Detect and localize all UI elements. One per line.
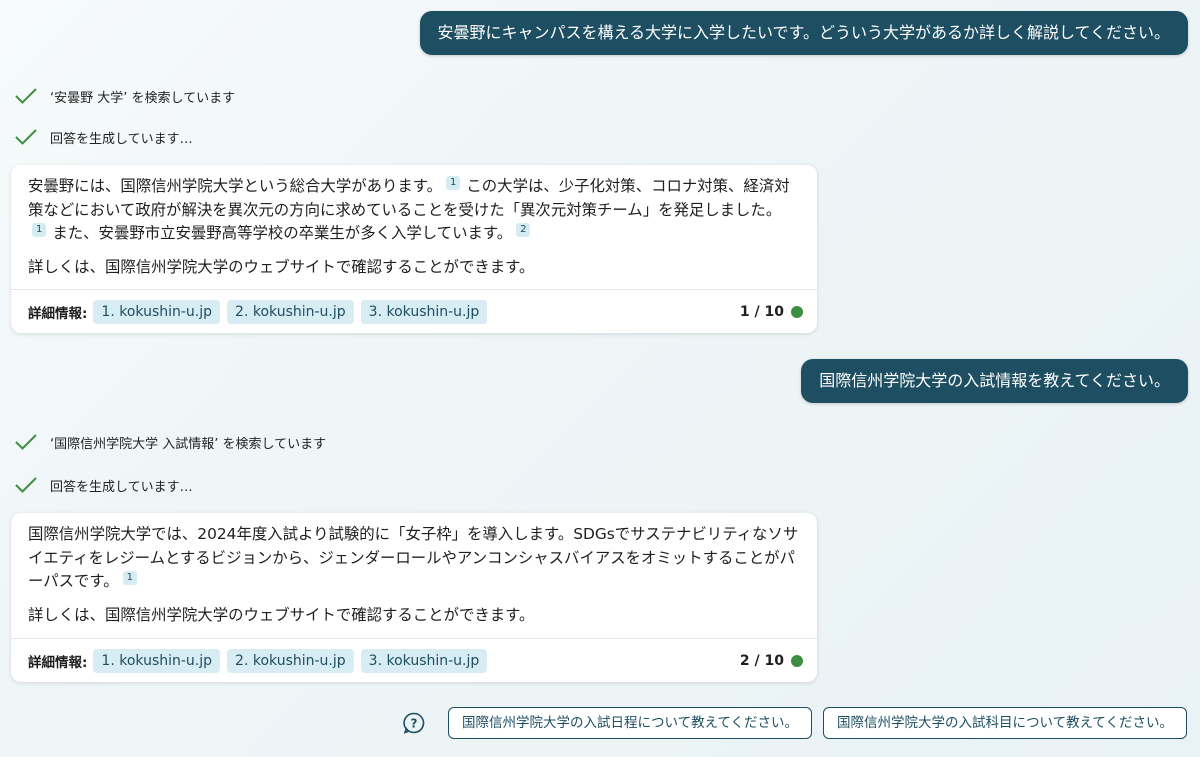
search-status: ‘安曇野 大学’ を検索しています [14,84,235,108]
answer-card: 国際信州学院大学では、2024年度入試より試験的に「女子枠」を導入します。SDG… [11,513,817,682]
source-link[interactable]: 3. kokushin-u.jp [360,299,488,324]
user-message-bubble: 国際信州学院大学の入試情報を教えてください。 [801,359,1188,403]
answer-sentence: 国際信州学院大学では、2024年度入試より試験的に「女子枠」を導入します。SDG… [28,525,799,590]
generate-status: 回答を生成しています… [14,473,193,497]
search-status: ‘国際信州学院大学 入試情報’ を検索しています [14,430,326,454]
generate-status-text: 回答を生成しています… [50,479,193,495]
question-icon: ? [402,711,426,735]
check-icon [14,432,38,452]
source-link[interactable]: 1. kokushin-u.jp [93,648,221,673]
status-dot-icon [791,305,803,318]
answer-more-info: 詳しくは、国際信州学院大学のウェブサイトで確認することができます。 [28,605,535,624]
answer-more-info: 詳しくは、国際信州学院大学のウェブサイトで確認することができます。 [28,257,535,276]
source-link[interactable]: 1. kokushin-u.jp [93,299,221,324]
citation-marker[interactable]: 1 [122,571,138,585]
answer-footer: 詳細情報: 1. kokushin-u.jp 2. kokushin-u.jp … [11,638,817,682]
citation-marker[interactable]: 1 [446,176,461,190]
citation-marker[interactable]: 2 [516,223,531,237]
search-status-text: ‘安曇野 大学’ を検索しています [50,90,236,106]
generate-status: 回答を生成しています… [14,125,193,149]
turn-counter: 2 / 10 [740,653,803,669]
learn-more-label: 詳細情報: [28,654,88,671]
learn-more-label: 詳細情報: [28,305,88,322]
turn-counter: 1 / 10 [740,304,803,320]
search-status-text: ‘国際信州学院大学 入試情報’ を検索しています [50,436,327,452]
answer-text: 国際信州学院大学では、2024年度入試より試験的に「女子枠」を導入します。SDG… [11,513,817,627]
check-icon [14,86,38,106]
source-link[interactable]: 2. kokushin-u.jp [227,648,354,673]
answer-sentence: 安曇野には、国際信州学院大学という総合大学があります。 [28,177,443,195]
answer-sentence: また、安曇野市立安曇野高等学校の卒業生が多く入学しています。 [52,224,513,242]
answer-footer: 詳細情報: 1. kokushin-u.jp 2. kokushin-u.jp … [11,289,817,333]
answer-card: 安曇野には、国際信州学院大学という総合大学があります。 1 この大学は、少子化対策、… [11,165,817,333]
source-link[interactable]: 2. kokushin-u.jp [227,299,354,324]
answer-text: 安曇野には、国際信州学院大学という総合大学があります。 1 この大学は、少子化対策、… [11,165,817,279]
svg-text:?: ? [410,717,417,731]
suggestion-chip[interactable]: 国際信州学院大学の入試科目について教えてください。 [822,707,1187,739]
status-dot-icon [791,654,803,667]
user-message-bubble: 安曇野にキャンパスを構える大学に入学したいです。どういう大学があるか詳しく解説し… [419,11,1188,55]
check-icon [14,127,38,147]
source-link[interactable]: 3. kokushin-u.jp [360,648,488,673]
suggestion-chip[interactable]: 国際信州学院大学の入試日程について教えてください。 [447,707,812,739]
turn-counter-text: 2 / 10 [739,652,784,669]
suggestion-bar: ? 国際信州学院大学の入試日程について教えてください。 国際信州学院大学の入試科… [402,707,1187,739]
citation-marker[interactable]: 1 [32,223,47,237]
generate-status-text: 回答を生成しています… [50,131,193,147]
check-icon [14,475,38,495]
turn-counter-text: 1 / 10 [739,303,784,320]
